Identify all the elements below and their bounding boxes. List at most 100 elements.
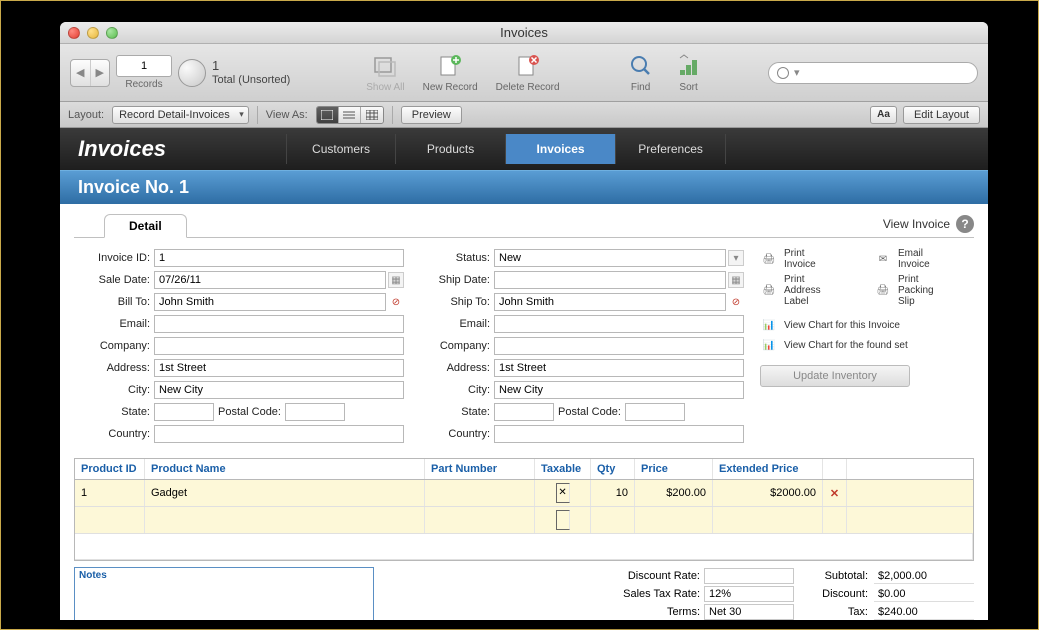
tab-invoices[interactable]: Invoices [506, 134, 616, 164]
chart-invoice-link[interactable]: 📊View Chart for this Invoice [760, 317, 974, 333]
view-invoice-link[interactable]: View Invoice ? [883, 215, 974, 237]
layout-select[interactable]: Record Detail-Invoices [112, 106, 249, 124]
sale-date-input[interactable]: 07/26/11 [154, 271, 386, 289]
ship-postal-input[interactable] [625, 403, 685, 421]
delete-row-icon[interactable]: ✕ [823, 480, 847, 506]
viewas-label: View As: [266, 109, 308, 121]
formatting-bar-button[interactable]: Aa [870, 106, 897, 124]
edit-layout-button[interactable]: Edit Layout [903, 106, 980, 124]
ship-country-input[interactable] [494, 425, 744, 443]
bill-to-input[interactable]: John Smith [154, 293, 386, 311]
record-number-input[interactable]: 1 [116, 55, 172, 77]
sort-button[interactable]: Sort [674, 52, 704, 93]
ship-date-input[interactable] [494, 271, 726, 289]
record-navigator: ◀ ▶ 1 Records 1 Total (Unsorted) [70, 55, 290, 90]
help-icon[interactable]: ? [956, 215, 974, 233]
view-list-icon[interactable] [339, 107, 361, 123]
page-title: Invoice No. 1 [60, 170, 988, 204]
bill-postal-input[interactable] [285, 403, 345, 421]
ship-city-input[interactable]: New City [494, 381, 744, 399]
ship-to-column: Status:New▾ Ship Date:▦ Ship To:John Smi… [414, 248, 744, 446]
sales-tax-input[interactable]: 12% [704, 586, 794, 602]
prev-record-icon[interactable]: ◀ [71, 60, 91, 86]
checkbox-icon: ✕ [556, 483, 570, 503]
update-inventory-button[interactable]: Update Inventory [760, 365, 910, 387]
subtotal-value: $2,000.00 [874, 569, 974, 584]
table-row[interactable]: 1 Gadget ✕ 10 $200.00 $2000.00 ✕ [75, 480, 973, 507]
print-packing-button[interactable]: 🖨Print Packing Slip [874, 274, 974, 307]
status-bar: Layout: Record Detail-Invoices View As: … [60, 102, 988, 128]
bill-state-input[interactable] [154, 403, 214, 421]
view-as-toggle[interactable] [316, 106, 384, 124]
records-label: Records [125, 79, 162, 90]
actions-column: 🖨Print Invoice ✉Email Invoice 🖨Print Add… [754, 248, 974, 446]
ship-email-input[interactable] [494, 315, 744, 333]
delete-record-button[interactable]: Delete Record [496, 52, 560, 93]
table-row[interactable] [75, 507, 973, 534]
clear-icon[interactable]: ⊘ [728, 294, 744, 310]
bill-country-input[interactable] [154, 425, 404, 443]
layout-label: Layout: [68, 109, 104, 121]
view-form-icon[interactable] [317, 107, 339, 123]
dropdown-icon[interactable]: ▾ [728, 250, 744, 266]
print-invoice-button[interactable]: 🖨Print Invoice [760, 248, 860, 270]
line-items-table: Product ID Product Name Part Number Taxa… [74, 458, 974, 561]
preview-button[interactable]: Preview [401, 106, 462, 124]
toolbar: ◀ ▶ 1 Records 1 Total (Unsorted) Show Al… [60, 44, 988, 102]
printer-icon: 🖨 [874, 283, 892, 299]
clear-icon[interactable]: ⊘ [388, 294, 404, 310]
record-nav-arrows[interactable]: ◀ ▶ [70, 59, 110, 87]
calendar-icon[interactable]: ▦ [388, 272, 404, 288]
page-body: Detail View Invoice ? Invoice ID:1 Sale … [60, 204, 988, 620]
notes-input[interactable]: Notes [74, 567, 374, 620]
notes-section: Notes [74, 567, 374, 620]
tab-products[interactable]: Products [396, 134, 506, 164]
record-dial-icon[interactable] [178, 59, 206, 87]
separator [392, 106, 393, 124]
ship-company-input[interactable] [494, 337, 744, 355]
bill-to-column: Invoice ID:1 Sale Date:07/26/11▦ Bill To… [74, 248, 404, 446]
chart-found-link[interactable]: 📊View Chart for the found set [760, 337, 974, 353]
find-icon [626, 52, 656, 80]
print-address-button[interactable]: 🖨Print Address Label [760, 274, 860, 307]
detail-tabs: Detail View Invoice ? [74, 212, 974, 238]
status-select[interactable]: New [494, 249, 726, 267]
show-all-icon [370, 52, 400, 80]
discount-rate-input[interactable] [704, 568, 794, 584]
view-table-icon[interactable] [361, 107, 383, 123]
bill-email-input[interactable] [154, 315, 404, 333]
search-input[interactable]: ▾ [768, 62, 978, 84]
separator [257, 106, 258, 124]
bill-city-input[interactable]: New City [154, 381, 404, 399]
window-title: Invoices [60, 25, 988, 40]
printer-icon: 🖨 [760, 251, 778, 267]
totals-column: Subtotal:$2,000.00 Discount:$0.00 Tax:$2… [804, 567, 974, 620]
app-title: Invoices [78, 136, 166, 162]
ship-state-input[interactable] [494, 403, 554, 421]
new-record-button[interactable]: New Record [423, 52, 478, 93]
bill-address-input[interactable]: 1st Street [154, 359, 404, 377]
tab-customers[interactable]: Customers [286, 134, 396, 164]
chart-icon: 📊 [760, 317, 778, 333]
main-tabs: Customers Products Invoices Preferences [286, 134, 726, 164]
new-record-icon [435, 52, 465, 80]
ship-to-input[interactable]: John Smith [494, 293, 726, 311]
summary-column: Discount Rate: Sales Tax Rate:12% Terms:… [384, 567, 794, 620]
invoice-window: Invoices ◀ ▶ 1 Records 1 Total (Unsorted… [60, 22, 988, 620]
tab-preferences[interactable]: Preferences [616, 134, 726, 164]
checkbox-icon [556, 510, 570, 530]
ship-address-input[interactable]: 1st Street [494, 359, 744, 377]
tab-detail[interactable]: Detail [104, 214, 187, 238]
titlebar: Invoices [60, 22, 988, 44]
envelope-icon: ✉ [874, 251, 892, 267]
table-row[interactable] [75, 534, 973, 560]
email-invoice-button[interactable]: ✉Email Invoice [874, 248, 974, 270]
terms-input[interactable]: Net 30 [704, 604, 794, 620]
bill-company-input[interactable] [154, 337, 404, 355]
next-record-icon[interactable]: ▶ [91, 60, 110, 86]
table-header: Product ID Product Name Part Number Taxa… [75, 459, 973, 480]
invoice-id-input[interactable]: 1 [154, 249, 404, 267]
show-all-button[interactable]: Show All [366, 52, 404, 93]
find-button[interactable]: Find [626, 52, 656, 93]
calendar-icon[interactable]: ▦ [728, 272, 744, 288]
